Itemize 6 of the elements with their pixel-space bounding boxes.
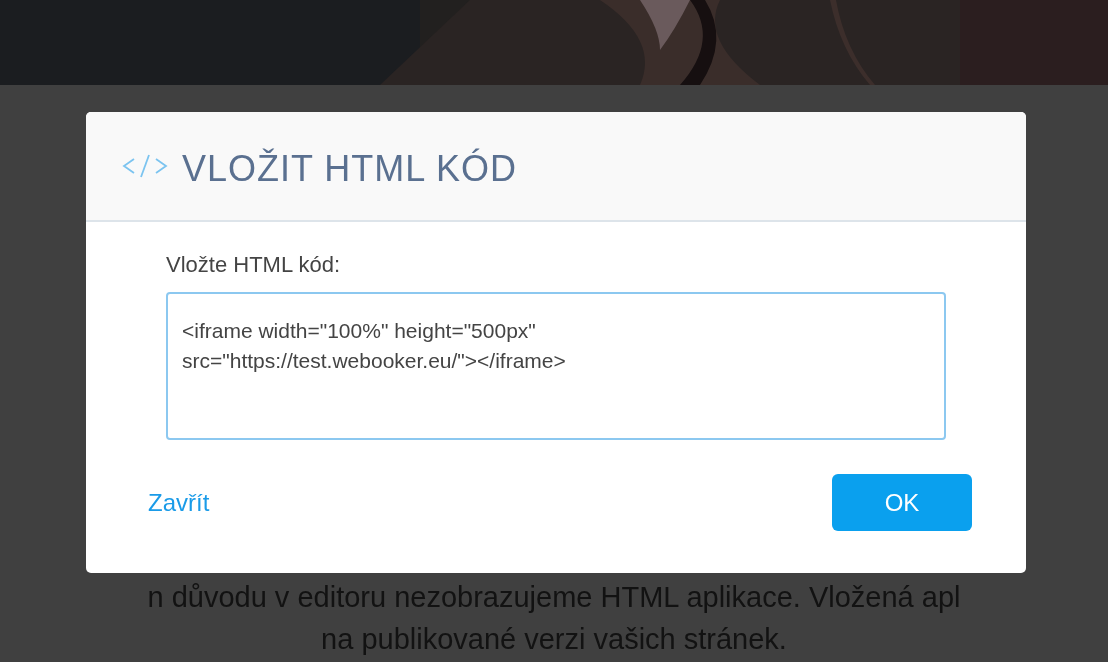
field-label: Vložte HTML kód: [166, 252, 342, 278]
code-icon [122, 153, 168, 179]
dialog-title: VLOŽIT HTML KÓD [182, 147, 518, 190]
html-code-field[interactable]: <iframe width="100%" height="500px" src="https://test.webooker.eu/"></iframe> [166, 292, 946, 440]
ok-button[interactable]: OK [832, 474, 972, 531]
close-link[interactable]: Zavřít [148, 488, 210, 517]
